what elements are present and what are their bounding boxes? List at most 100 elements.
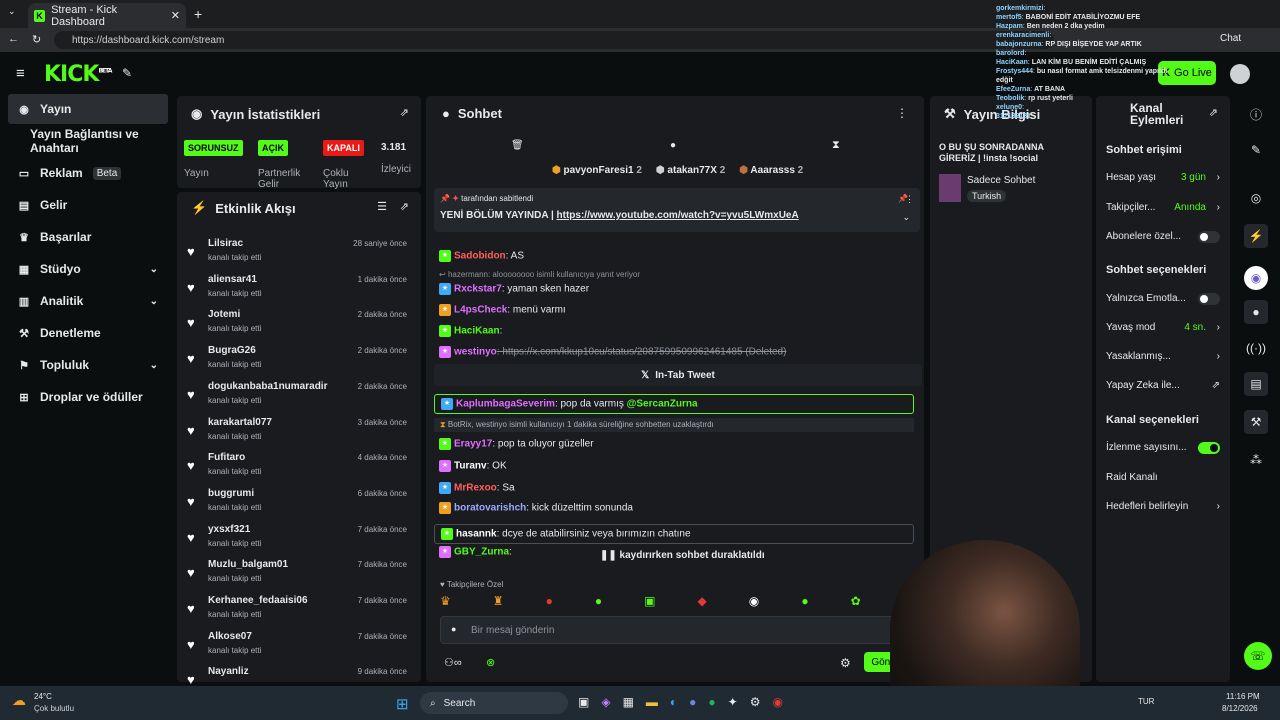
layout-icon[interactable]: ▤: [1244, 372, 1268, 396]
chat-username[interactable]: MrRexoo: [454, 483, 497, 494]
more-options-icon[interactable]: ⋮: [896, 106, 908, 120]
tab-list-icon[interactable]: ⌄: [8, 6, 16, 17]
copilot-icon[interactable]: ◈: [601, 695, 610, 709]
list-item[interactable]: ♥ karakartal077 kanalı takip etti 3 dakika …: [187, 415, 415, 449]
subs-only-toggle[interactable]: [1198, 231, 1220, 243]
taskbar-search[interactable]: ⌕ Search: [420, 692, 568, 714]
action-row-banned-words[interactable]: Yasaklanmış...: [1106, 351, 1171, 362]
popout-icon[interactable]: ⇗: [400, 200, 409, 213]
emote-only-toggle[interactable]: [1198, 293, 1220, 305]
emote-icon[interactable]: ◉: [749, 594, 759, 610]
emote-icon[interactable]: ●: [595, 594, 602, 610]
kick-logo[interactable]: KICKBETA: [44, 62, 112, 87]
list-item[interactable]: ♥ Fufitaro kanalı takip etti 4 dakika önce: [187, 450, 415, 484]
url-field[interactable]: https://dashboard.kick.com/stream: [54, 31, 1054, 49]
list-item[interactable]: ♥ Muzlu_balgam01 kanalı takip etti 7 dakika…: [187, 557, 415, 591]
filter-icon[interactable]: ☰: [377, 200, 387, 213]
action-row-raid[interactable]: Raid Kanalı: [1106, 472, 1158, 483]
list-item[interactable]: ♥ Lilsirac kanalı takip etti 28 saniye önce: [187, 236, 415, 270]
chrome-icon[interactable]: ◉: [773, 695, 783, 709]
more-options-icon[interactable]: ⋮: [905, 194, 914, 205]
pin-icon[interactable]: ✎: [122, 66, 132, 80]
chat-mode-icon[interactable]: ●: [670, 140, 676, 151]
emote-icon[interactable]: ✿: [851, 594, 861, 610]
chat-username[interactable]: hasannk: [456, 529, 497, 540]
list-item[interactable]: ♥ buggrumi kanalı takip etti 6 dakika önce: [187, 486, 415, 520]
leader-item[interactable]: ⬢ Aaarasss 2: [739, 165, 803, 176]
settings-gear-icon[interactable]: ⚙: [840, 656, 851, 670]
sidebar-item-studyo[interactable]: ▦ Stüdyo ⌄: [8, 254, 168, 284]
sidebar-item-yayin[interactable]: ◉ Yayın: [8, 94, 168, 124]
chat-message[interactable]: ★ hasannk: dcye de atabilirsiniz veya bır…: [434, 524, 914, 544]
chat-paused-notice[interactable]: ❚❚ kaydırırken sohbet duraklatıldı: [600, 550, 765, 561]
reload-icon[interactable]: ↻: [32, 33, 41, 46]
in-tab-tweet-button[interactable]: 𝕏 In-Tab Tweet: [434, 364, 922, 386]
emote-icon[interactable]: ♛: [440, 594, 451, 610]
settings-icon[interactable]: ⚙: [750, 695, 761, 709]
nodes-icon[interactable]: ⁂: [1244, 448, 1268, 472]
chat-username[interactable]: boratovarishch: [454, 503, 526, 514]
chat-message[interactable]: ★ Erayy17: pop ta oluyor güzeller: [439, 438, 594, 450]
explorer-icon[interactable]: ▬: [646, 695, 658, 709]
chat-bubble-icon[interactable]: ●: [1244, 300, 1268, 324]
popout-icon[interactable]: ⇗: [400, 106, 409, 119]
clock-time[interactable]: 11:16 PM: [1226, 692, 1260, 701]
tab-close-icon[interactable]: ✕: [171, 9, 180, 22]
wrench-icon[interactable]: ⚒: [1244, 410, 1268, 434]
action-row-goals[interactable]: Hedefleri belirleyin: [1106, 501, 1188, 512]
chat-input[interactable]: ● Bir mesaj gönderin ☺: [440, 616, 910, 644]
extension-icon[interactable]: ◉: [1244, 266, 1268, 290]
view-count-toggle[interactable]: [1198, 442, 1220, 454]
emote-icon[interactable]: ●: [546, 594, 553, 610]
list-item[interactable]: ♥ Alkose07 kanalı takip etti 7 dakika önce: [187, 629, 415, 663]
chat-message[interactable]: ★ HaciKaan:: [439, 325, 502, 337]
pinned-link[interactable]: https://www.youtube.com/watch?v=yvu5LWmx…: [557, 210, 799, 221]
chat-message[interactable]: ★ GBY_Zurna:: [439, 546, 512, 558]
chat-username[interactable]: Turanv: [454, 461, 487, 472]
emote-icon[interactable]: ●: [801, 594, 808, 610]
kick-emote-icon[interactable]: ⊗: [486, 656, 495, 669]
browser-tab[interactable]: K Stream - Kick Dashboard ✕: [28, 3, 186, 28]
support-icon[interactable]: ☏: [1244, 642, 1272, 670]
camera-icon[interactable]: ◎: [1244, 186, 1268, 210]
sidebar-item-basarilar[interactable]: ♛ Başarılar: [8, 222, 168, 252]
edit-icon[interactable]: ✎: [1244, 138, 1268, 162]
action-row-emote-only[interactable]: Yalnızca Emotla...: [1106, 293, 1186, 304]
emote-icon[interactable]: ♜: [493, 594, 504, 610]
chat-tools-icon[interactable]: ⚇∞: [444, 656, 462, 669]
sidebar-item-topluluk[interactable]: ⚑ Topluluk ⌄: [8, 350, 168, 380]
sidebar-item-gelir[interactable]: ▤ Gelir: [8, 190, 168, 220]
sidebar-item-droplar[interactable]: ⊞ Droplar ve ödüller: [8, 382, 168, 412]
copilot-chat-button[interactable]: Chat: [1220, 33, 1241, 44]
chat-username[interactable]: westinyo: [454, 347, 497, 358]
edge-icon[interactable]: ◐: [670, 695, 677, 709]
sidebar-item-reklam[interactable]: ▭ Reklam Beta: [8, 158, 168, 188]
chevron-down-icon[interactable]: ⌄: [902, 212, 910, 223]
chat-username[interactable]: Sadobidon: [454, 251, 506, 262]
chat-username[interactable]: KaplumbagaSeverim: [456, 399, 555, 410]
info-icon[interactable]: ⓘ: [1244, 102, 1268, 126]
sidebar-item-denetleme[interactable]: ⚒ Denetleme: [8, 318, 168, 348]
leader-item[interactable]: ⬢ atakan77X 2: [656, 165, 725, 176]
clock-date[interactable]: 8/12/2026: [1222, 704, 1258, 713]
category-name[interactable]: Sadece Sohbet: [967, 175, 1035, 186]
hourglass-icon[interactable]: ⧗: [832, 139, 840, 152]
chat-message[interactable]: ★ Sadobidon: AS: [439, 250, 524, 262]
chat-username[interactable]: GBY_Zurna: [454, 547, 509, 558]
list-item[interactable]: ♥ Kerhanee_fedaaisi06 kanalı takip etti 7 d…: [187, 593, 415, 627]
trash-icon[interactable]: 🗑: [511, 140, 524, 151]
mention[interactable]: @SercanZurna: [627, 399, 698, 410]
chat-username[interactable]: Rxckstar7: [454, 284, 502, 295]
list-item[interactable]: ♥ Jotemi kanalı takip etti 2 dakika önce: [187, 307, 415, 341]
spotify-icon[interactable]: ●: [708, 695, 715, 709]
taskview-icon[interactable]: ▣: [578, 695, 589, 709]
action-row-subs-only[interactable]: Abonelere özel...: [1106, 231, 1181, 242]
chat-username[interactable]: Erayy17: [454, 439, 492, 450]
action-row-view-count[interactable]: İzlenme sayısını...: [1106, 442, 1187, 453]
list-item[interactable]: ♥ aliensar41 kanalı takip etti 1 dakika önc…: [187, 272, 415, 306]
sidebar-item-stream-key[interactable]: Yayın Bağlantısı ve Anahtarı: [8, 126, 168, 156]
windows-start-icon[interactable]: ⊞: [396, 695, 409, 713]
signal-icon[interactable]: ((·)): [1244, 336, 1268, 360]
action-row-slow-mode[interactable]: Yavaş mod: [1106, 322, 1155, 333]
menu-icon[interactable]: ≡: [16, 65, 25, 82]
